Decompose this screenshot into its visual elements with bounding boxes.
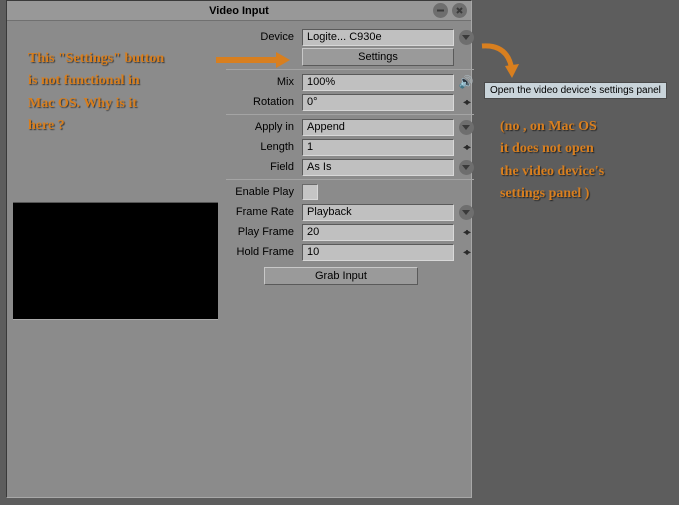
rotation-label: Rotation: [226, 96, 298, 108]
enableplay-label: Enable Play: [226, 186, 298, 198]
stepper-icon[interactable]: ◂▸: [458, 139, 474, 155]
applyin-label: Apply in: [226, 121, 298, 133]
separator: [226, 114, 474, 115]
field-dropdown[interactable]: As Is: [302, 159, 454, 176]
annotation-text: it does not open: [500, 138, 670, 160]
annotation-text: is not functional in: [28, 70, 208, 92]
annotation-text: Mac OS. Why is it: [28, 93, 208, 115]
stepper-icon[interactable]: ◂▸: [458, 224, 474, 240]
speaker-icon[interactable]: 🔊: [458, 74, 474, 90]
device-dropdown[interactable]: Logite... C930e: [302, 29, 454, 46]
framerate-dropdown[interactable]: Playback: [302, 204, 454, 221]
video-preview: [13, 202, 218, 320]
enableplay-checkbox[interactable]: [302, 184, 318, 200]
spacer: [458, 184, 474, 200]
annotation-arrow-icon: [216, 52, 296, 68]
annotation-text: (no , on Mac OS: [500, 116, 670, 138]
window-title: Video Input: [7, 5, 471, 17]
grab-input-button[interactable]: Grab Input: [264, 267, 418, 285]
annotation-left: This "Settings" button is not functional…: [28, 48, 208, 138]
annotation-text: the video device's: [500, 161, 670, 183]
tooltip: Open the video device's settings panel: [484, 82, 667, 99]
stepper-icon[interactable]: ◂▸: [458, 94, 474, 110]
minimize-icon[interactable]: [433, 3, 448, 18]
annotation-text: here ?: [28, 115, 208, 137]
chevron-down-icon[interactable]: [458, 119, 474, 135]
chevron-down-icon[interactable]: [458, 204, 474, 220]
settings-button[interactable]: Settings: [302, 48, 454, 66]
annotation-text: settings panel ): [500, 183, 670, 205]
stepper-icon[interactable]: ◂▸: [458, 244, 474, 260]
mix-input[interactable]: [302, 74, 454, 91]
separator: [226, 179, 474, 180]
separator: [226, 69, 474, 70]
device-label: Device: [226, 31, 298, 43]
close-icon[interactable]: [452, 3, 467, 18]
length-input[interactable]: [302, 139, 454, 156]
field-label: Field: [226, 161, 298, 173]
chevron-down-icon[interactable]: [458, 159, 474, 175]
holdframe-input[interactable]: [302, 244, 454, 261]
mix-label: Mix: [226, 76, 298, 88]
framerate-label: Frame Rate: [226, 206, 298, 218]
chevron-down-icon[interactable]: [458, 29, 474, 45]
titlebar: Video Input: [7, 1, 471, 21]
annotation-text: This "Settings" button: [28, 48, 208, 70]
rotation-input[interactable]: [302, 94, 454, 111]
applyin-dropdown[interactable]: Append: [302, 119, 454, 136]
annotation-curved-arrow-icon: [478, 40, 522, 84]
length-label: Length: [226, 141, 298, 153]
playframe-label: Play Frame: [226, 226, 298, 238]
playframe-input[interactable]: [302, 224, 454, 241]
annotation-right: (no , on Mac OS it does not open the vid…: [500, 116, 670, 206]
holdframe-label: Hold Frame: [226, 246, 298, 258]
